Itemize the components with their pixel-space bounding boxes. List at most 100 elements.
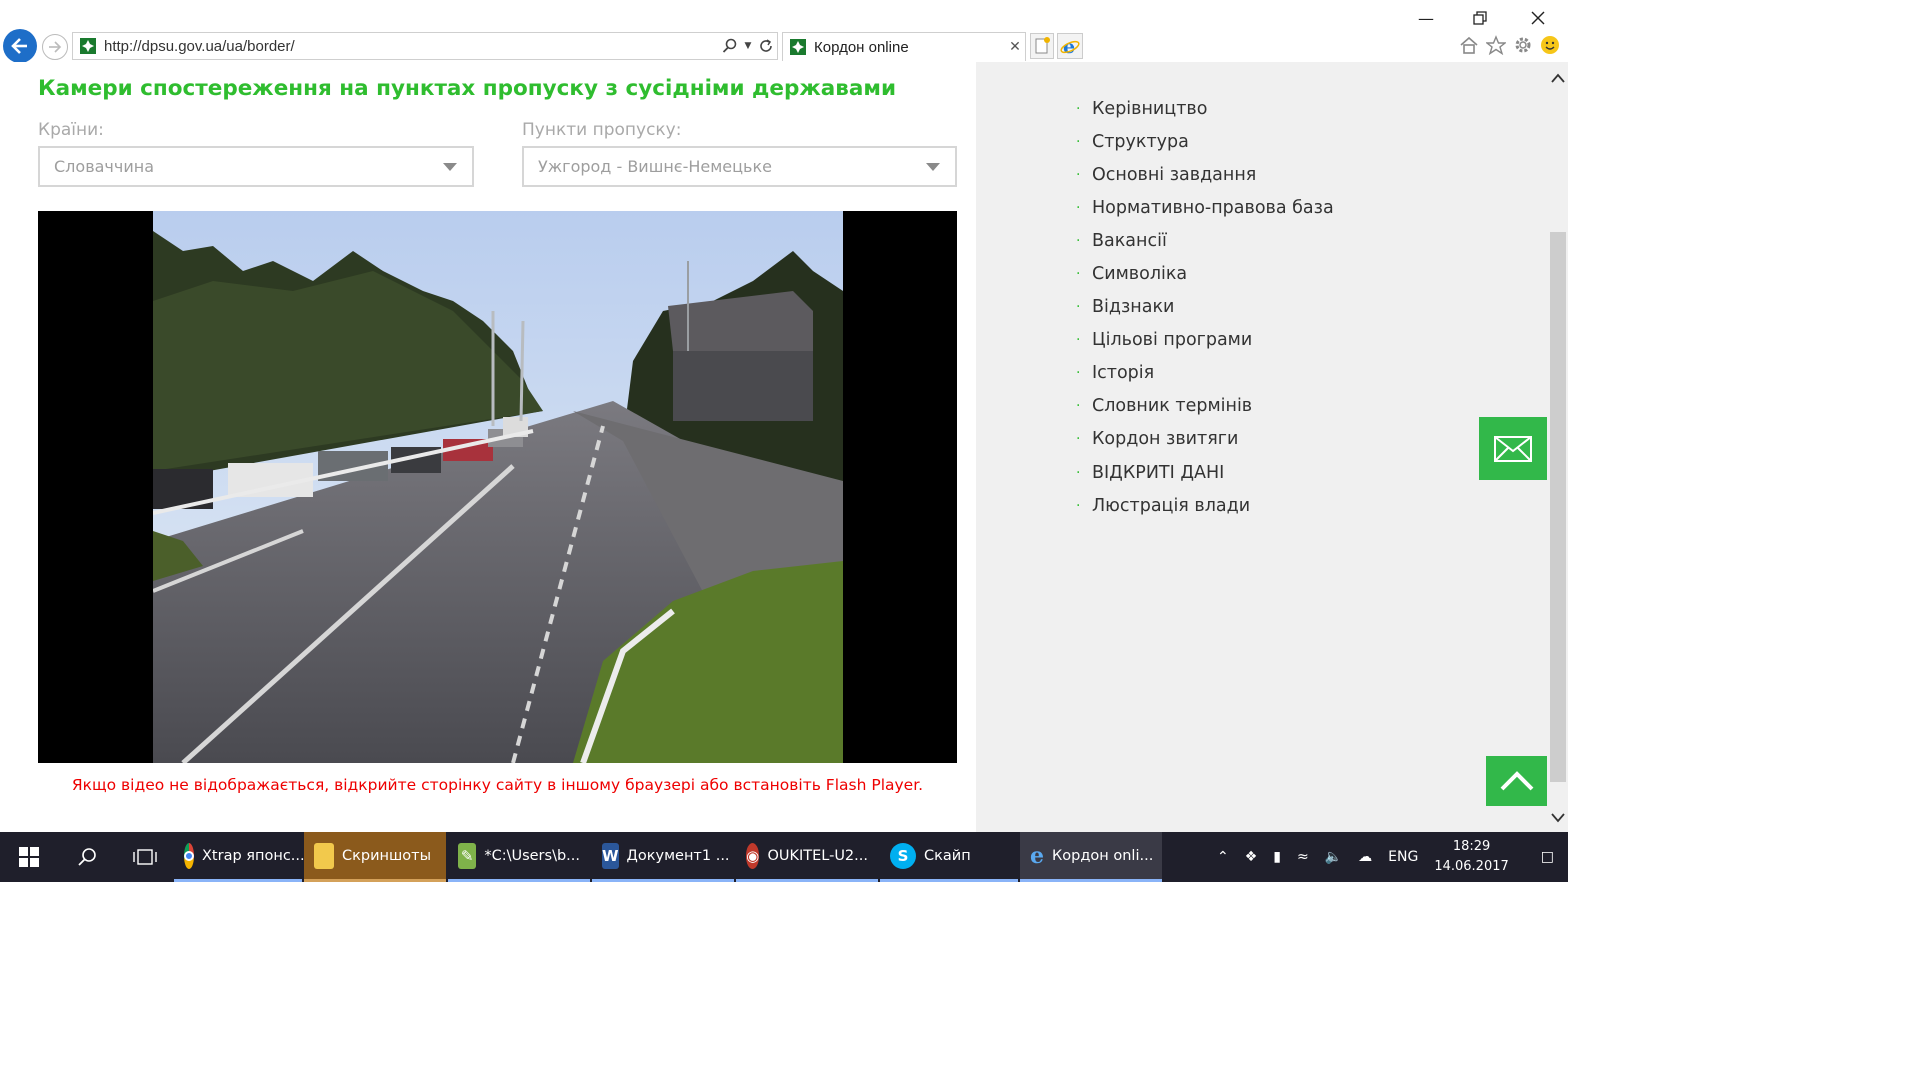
sidebar-item-label[interactable]: Словник термінів <box>1092 396 1252 416</box>
bullet-dot-icon: · <box>1076 497 1081 514</box>
browser-toolbar: — http://dpsu.gov.ua/ua/border/ ▼ Кордон… <box>0 0 1568 63</box>
dropbox-icon[interactable]: ❖ <box>1245 849 1258 865</box>
chevron-up-icon[interactable]: ⌃ <box>1217 849 1229 865</box>
camera-frame-image <box>153 211 843 763</box>
notifications-icon[interactable]: □ <box>1541 849 1554 865</box>
sidebar: · Керівництво · Структура · Основні завданн… <box>976 62 1548 832</box>
sidebar-item-label[interactable]: Нормативно-правова база <box>1092 198 1334 218</box>
scroll-to-top-button[interactable] <box>1486 756 1547 806</box>
sidebar-item-label[interactable]: Цільові програми <box>1092 330 1252 350</box>
sidebar-item[interactable]: · Відзнаки <box>1076 291 1334 324</box>
checkpoint-label: Пункти пропуску: <box>522 120 682 140</box>
ie-icon: e <box>1030 842 1044 869</box>
taskbar-app-ie[interactable]: e Кордон onli... <box>1020 832 1162 882</box>
close-icon <box>1531 11 1545 25</box>
forward-button[interactable] <box>42 34 68 60</box>
taskbar-app-notepad[interactable]: ✎ *C:\Users\b... <box>448 832 590 882</box>
sidebar-item-label[interactable]: Керівництво <box>1092 99 1207 119</box>
sidebar-menu: · Керівництво · Структура · Основні завданн… <box>1076 92 1334 522</box>
start-button[interactable] <box>0 832 58 882</box>
scroll-down-icon[interactable] <box>1548 808 1568 828</box>
taskbar-app-chrome[interactable]: Xtrap японс... <box>174 832 305 882</box>
sidebar-item[interactable]: · Словник термінів <box>1076 390 1334 423</box>
sidebar-item[interactable]: · Люстрація влади <box>1076 489 1334 522</box>
battery-icon[interactable]: ▮ <box>1273 849 1281 865</box>
chevron-down-icon[interactable]: ▼ <box>741 35 755 57</box>
sidebar-item-label[interactable]: Люстрація влади <box>1092 496 1250 516</box>
windows-taskbar: Xtrap японс... Скриншоты ✎ *C:\Users\b..… <box>0 832 1568 882</box>
web-page: Камери спостереження на пунктах пропуску… <box>0 62 1548 832</box>
clock[interactable]: 18:29 14.06.2017 <box>1434 837 1508 877</box>
feedback-mail-button[interactable] <box>1479 417 1547 480</box>
task-view-button[interactable] <box>116 832 174 882</box>
country-select[interactable]: Словаччина <box>38 146 474 187</box>
sidebar-item[interactable]: · Основні завдання <box>1076 158 1334 191</box>
onedrive-icon[interactable]: ☁ <box>1358 849 1372 865</box>
sidebar-item-label[interactable]: Символіка <box>1092 264 1187 284</box>
sidebar-item-label[interactable]: Кордон звитяги <box>1092 429 1238 449</box>
sidebar-item-label[interactable]: Історія <box>1092 363 1154 383</box>
url-text[interactable]: http://dpsu.gov.ua/ua/border/ <box>104 38 719 55</box>
home-icon[interactable] <box>1458 34 1480 56</box>
sidebar-item-label[interactable]: Структура <box>1092 132 1189 152</box>
word-icon: W <box>602 842 619 869</box>
checkpoint-value: Ужгород - Вишнє-Немецьке <box>538 157 772 176</box>
app-label: Скриншоты <box>342 847 432 864</box>
refresh-icon[interactable] <box>755 35 777 57</box>
sidebar-item[interactable]: · ВІДКРИТІ ДАНІ <box>1076 456 1334 489</box>
scroll-up-icon[interactable] <box>1548 68 1568 88</box>
volume-icon[interactable]: 🔈 <box>1325 849 1342 865</box>
chevron-down-icon <box>443 162 457 171</box>
taskbar-app-explorer[interactable]: Скриншоты <box>304 832 446 882</box>
sidebar-item-label[interactable]: Відзнаки <box>1092 297 1174 317</box>
new-tab-button[interactable] <box>1030 33 1054 59</box>
sidebar-item[interactable]: · Історія <box>1076 357 1334 390</box>
tab-kordon-online[interactable]: Кордон online ✕ <box>782 32 1026 61</box>
gear-icon[interactable] <box>1512 34 1534 56</box>
close-window-button[interactable] <box>1518 6 1558 30</box>
sidebar-item[interactable]: · Цільові програми <box>1076 324 1334 357</box>
scroll-thumb[interactable] <box>1550 232 1566 782</box>
back-button[interactable] <box>3 29 37 63</box>
bullet-dot-icon: · <box>1076 464 1081 481</box>
vertical-scrollbar[interactable] <box>1548 62 1568 832</box>
taskbar-app-word[interactable]: W Документ1 ... <box>592 832 734 882</box>
chevron-down-icon <box>926 162 940 171</box>
country-value: Словаччина <box>54 157 154 176</box>
sidebar-item[interactable]: · Символіка <box>1076 257 1334 290</box>
language-indicator[interactable]: ENG <box>1388 849 1418 865</box>
taskbar-app-skype[interactable]: S Скайп <box>880 832 1018 882</box>
sidebar-item[interactable]: · Структура <box>1076 125 1334 158</box>
envelope-icon <box>1494 435 1532 462</box>
restore-button[interactable] <box>1460 6 1500 30</box>
tab-close-icon[interactable]: ✕ <box>1005 39 1025 55</box>
tab-title: Кордон online <box>814 38 909 56</box>
bullet-dot-icon: · <box>1076 166 1081 183</box>
checkpoint-select[interactable]: Ужгород - Вишнє-Немецьке <box>522 146 957 187</box>
smiley-feedback-icon[interactable] <box>1539 34 1561 56</box>
taskbar-app-viewer[interactable]: ◉ OUKITEL-U2... <box>736 832 878 882</box>
taskbar-search-button[interactable] <box>58 832 116 882</box>
ie-logo-icon[interactable]: e <box>1057 33 1083 59</box>
app-label: OUKITEL-U2... <box>767 847 868 864</box>
sidebar-item[interactable]: · Нормативно-правова база <box>1076 191 1334 224</box>
sidebar-item[interactable]: · Кордон звитяги <box>1076 423 1334 456</box>
search-icon <box>78 848 96 866</box>
wifi-icon[interactable]: ≈ <box>1297 849 1309 865</box>
bullet-dot-icon: · <box>1076 332 1081 349</box>
windows-logo-icon <box>19 847 39 867</box>
sidebar-item[interactable]: · Вакансії <box>1076 224 1334 257</box>
address-bar[interactable]: http://dpsu.gov.ua/ua/border/ ▼ <box>72 32 778 60</box>
sidebar-item-label[interactable]: Вакансії <box>1092 231 1167 251</box>
sidebar-item[interactable]: · Керівництво <box>1076 92 1334 125</box>
favorites-star-icon[interactable] <box>1485 34 1507 56</box>
sidebar-item-label[interactable]: ВІДКРИТІ ДАНІ <box>1092 463 1224 483</box>
bullet-dot-icon: · <box>1076 100 1081 117</box>
sidebar-item-label[interactable]: Основні завдання <box>1092 165 1256 185</box>
minimize-button[interactable]: — <box>1406 6 1446 30</box>
main-content: Камери спостереження на пунктах пропуску… <box>0 62 976 832</box>
search-icon[interactable] <box>719 35 741 57</box>
camera-video-player[interactable] <box>38 211 957 763</box>
app-label: Xtrap японс... <box>202 847 305 864</box>
chevron-up-icon <box>1500 771 1533 791</box>
